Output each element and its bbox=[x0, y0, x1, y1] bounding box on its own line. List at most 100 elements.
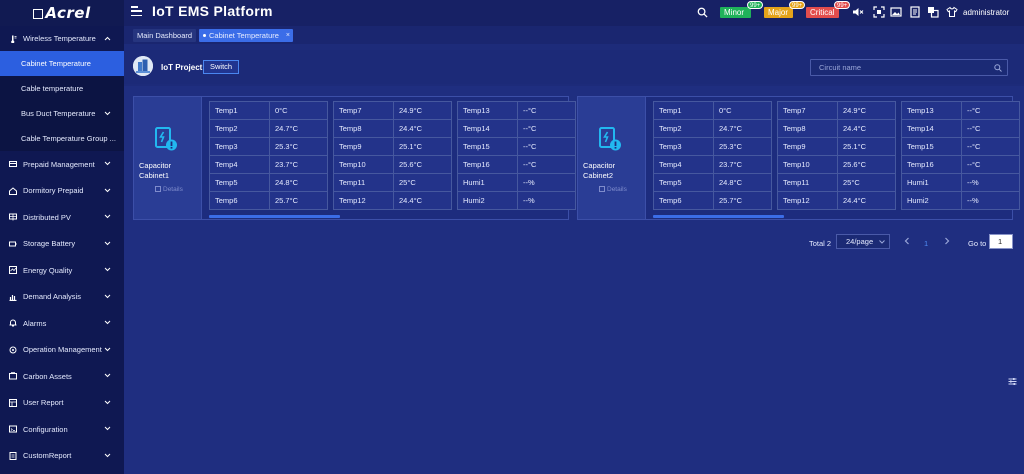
table-row: Temp2 24.7°C bbox=[209, 119, 328, 138]
sensor-name: Temp13 bbox=[901, 101, 962, 120]
sidebar-item-label: CustomReport bbox=[23, 451, 72, 461]
shirt-icon[interactable] bbox=[946, 6, 958, 18]
sensor-value: --°C bbox=[961, 119, 1020, 138]
settings-sliders-icon[interactable] bbox=[1008, 377, 1017, 386]
sidebar-item-energy-quality[interactable]: Energy Quality bbox=[0, 257, 124, 284]
chevron-down-icon bbox=[104, 320, 111, 325]
sidebar-item-label: Operation Management bbox=[23, 345, 102, 355]
menu-toggle-icon[interactable] bbox=[131, 6, 142, 16]
table-row: Temp8 24.4°C bbox=[333, 119, 452, 138]
sidebar-item-wireless-temperature[interactable]: Wireless Temperature bbox=[0, 26, 124, 51]
sidebar-item-dormitory-prepaid[interactable]: Dormitory Prepaid bbox=[0, 178, 124, 205]
chevron-right-icon[interactable] bbox=[944, 237, 950, 245]
alarm-critical-button[interactable]: Critical bbox=[806, 7, 839, 18]
search-icon[interactable] bbox=[994, 64, 1002, 72]
content-panel: Capacitor Cabinet1 Details Temp1 0°C Temp2… bbox=[124, 86, 1024, 474]
details-link[interactable]: Details bbox=[155, 186, 183, 193]
cabinet-summary[interactable]: Capacitor Cabinet1 Details bbox=[134, 97, 202, 219]
sidebar-item-prepaid-management[interactable]: Prepaid Management bbox=[0, 151, 124, 178]
sensor-value: 24.4°C bbox=[393, 191, 452, 210]
sensor-value: --°C bbox=[961, 137, 1020, 156]
sensor-value: --°C bbox=[517, 101, 576, 120]
close-icon[interactable]: × bbox=[286, 29, 290, 42]
horizontal-scrollbar[interactable] bbox=[209, 215, 340, 218]
sensor-name: Temp1 bbox=[653, 101, 714, 120]
sidebar-item-bus-duct-temperature[interactable]: Bus Duct Temperature bbox=[0, 101, 124, 126]
sidebar-item-user-report[interactable]: User Report bbox=[0, 390, 124, 417]
sidebar-item-label: Prepaid Management bbox=[23, 159, 95, 169]
alarm-major-button[interactable]: Major bbox=[764, 7, 793, 18]
sensor-name: Temp8 bbox=[333, 119, 394, 138]
sidebar-item-label: User Report bbox=[23, 398, 64, 408]
search-icon[interactable] bbox=[697, 7, 708, 18]
sensor-name: Temp15 bbox=[901, 137, 962, 156]
table-row: Humi1 --% bbox=[901, 173, 1020, 192]
sensor-value: 24.7°C bbox=[713, 119, 772, 138]
image-icon[interactable] bbox=[890, 6, 902, 18]
table-row: Temp13 --°C bbox=[457, 101, 576, 120]
switch-project-button[interactable]: Switch bbox=[203, 60, 240, 74]
page-size-select[interactable]: 24/page bbox=[836, 234, 890, 249]
circuit-search-input[interactable] bbox=[811, 60, 1007, 75]
sidebar-item-configuration[interactable]: Configuration bbox=[0, 416, 124, 443]
sensor-value: 24.4°C bbox=[837, 119, 896, 138]
circuit-search bbox=[810, 59, 1008, 76]
config-icon bbox=[9, 425, 17, 433]
copy-icon[interactable] bbox=[927, 6, 939, 18]
table-row: Temp3 25.3°C bbox=[653, 137, 772, 156]
sensor-name: Temp10 bbox=[333, 155, 394, 174]
sensor-value: --% bbox=[517, 191, 576, 210]
bell-icon bbox=[9, 319, 17, 327]
sidebar-item-demand-analysis[interactable]: Demand Analysis bbox=[0, 284, 124, 311]
sensor-name: Temp12 bbox=[333, 191, 394, 210]
sensor-value: 25.1°C bbox=[837, 137, 896, 156]
sidebar-item-carbon-assets[interactable]: Carbon Assets bbox=[0, 363, 124, 390]
sidebar-item-custom-report[interactable]: CustomReport bbox=[0, 443, 124, 470]
operation-icon bbox=[9, 346, 17, 354]
chevron-down-icon bbox=[104, 453, 111, 457]
details-link[interactable]: Details bbox=[599, 186, 627, 193]
username[interactable]: administrator bbox=[963, 8, 1009, 17]
page-size-value: 24/page bbox=[846, 237, 874, 246]
sidebar-item-cable-temperature[interactable]: Cable temperature bbox=[0, 76, 124, 101]
sensor-value: 24.9°C bbox=[393, 101, 452, 120]
page-number[interactable]: 1 bbox=[924, 239, 928, 248]
logo-text: Acrel bbox=[33, 4, 90, 22]
sidebar-item-label: Cabinet Temperature bbox=[21, 59, 91, 68]
quality-icon bbox=[9, 266, 17, 275]
chevron-left-icon[interactable] bbox=[904, 237, 910, 245]
sensor-name: Temp5 bbox=[653, 173, 714, 192]
sidebar-item-distributed-pv[interactable]: Distributed PV bbox=[0, 204, 124, 231]
table-row: Temp15 --°C bbox=[457, 137, 576, 156]
sensor-name: Temp3 bbox=[209, 137, 270, 156]
horizontal-scrollbar[interactable] bbox=[653, 215, 784, 218]
table-row: Humi2 --% bbox=[457, 191, 576, 210]
sidebar-item-operation-management[interactable]: Operation Management bbox=[0, 337, 124, 364]
cabinet-summary[interactable]: Capacitor Cabinet2 Details bbox=[578, 97, 646, 219]
sidebar-item-label: Storage Battery bbox=[23, 239, 76, 249]
sidebar-item-cable-temperature-group[interactable]: Cable Temperature Group ... bbox=[0, 126, 124, 151]
goto-page-input[interactable]: 1 bbox=[989, 234, 1013, 249]
mute-icon[interactable] bbox=[852, 6, 864, 18]
sensor-name: Temp6 bbox=[209, 191, 270, 210]
sidebar-item-label: Carbon Assets bbox=[23, 371, 72, 381]
details-icon bbox=[599, 186, 605, 192]
document-icon[interactable] bbox=[909, 6, 921, 18]
table-row: Temp14 --°C bbox=[457, 119, 576, 138]
sensor-value: --% bbox=[961, 173, 1020, 192]
report-icon bbox=[9, 398, 17, 407]
sidebar-item-cabinet-temperature[interactable]: Cabinet Temperature bbox=[0, 51, 124, 76]
fullscreen-icon[interactable] bbox=[873, 6, 885, 18]
tab-cabinet-temperature[interactable]: Cabinet Temperature × bbox=[199, 29, 293, 42]
details-icon bbox=[155, 186, 161, 192]
pagination-total: Total 2 bbox=[809, 239, 832, 248]
chevron-down-icon bbox=[104, 111, 111, 116]
sensor-name: Humi2 bbox=[457, 191, 518, 210]
sidebar-item-storage-battery[interactable]: Storage Battery bbox=[0, 231, 124, 258]
sidebar-item-alarms[interactable]: Alarms bbox=[0, 310, 124, 337]
sensor-value: 0°C bbox=[713, 101, 772, 120]
measurement-table: Temp13 --°C Temp14 --°C Temp15 --°C Temp16 --°C… bbox=[901, 101, 1020, 210]
table-row: Temp9 25.1°C bbox=[777, 137, 896, 156]
alarm-minor-button[interactable]: Minor bbox=[720, 7, 751, 18]
tab-main-dashboard[interactable]: Main Dashboard bbox=[133, 29, 197, 42]
